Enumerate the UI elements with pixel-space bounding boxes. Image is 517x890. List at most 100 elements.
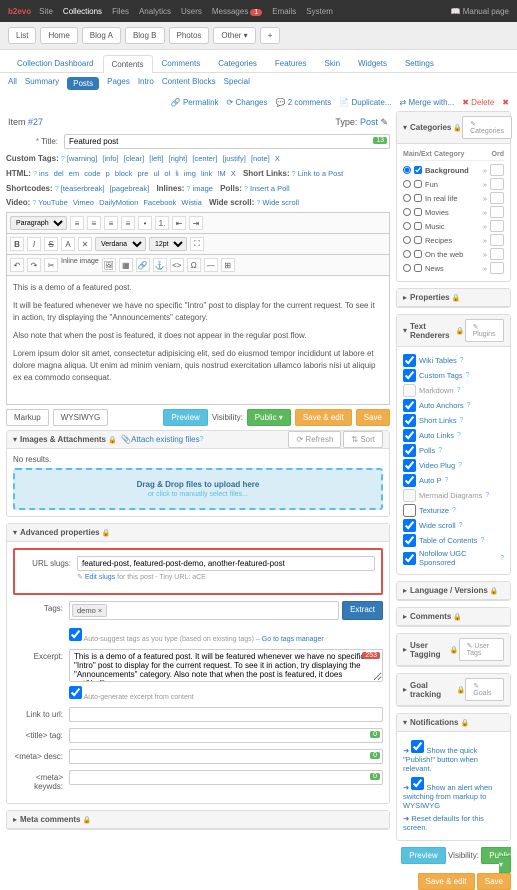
ct-right[interactable]: [right] bbox=[169, 154, 188, 163]
cat-main-radio[interactable] bbox=[403, 194, 411, 202]
tab2-posts[interactable]: Posts bbox=[67, 77, 99, 90]
excerpt-input[interactable] bbox=[69, 649, 383, 682]
subnav-other[interactable]: Other ▾ bbox=[213, 27, 255, 44]
tab-comments[interactable]: Comments bbox=[153, 54, 210, 72]
ol-icon[interactable]: 1. bbox=[155, 216, 169, 230]
tag-demo[interactable]: demo × bbox=[72, 604, 107, 617]
cat-name[interactable]: In real life bbox=[425, 194, 480, 203]
tab2-cblocks[interactable]: Content Blocks bbox=[162, 77, 216, 90]
align-right-icon[interactable]: ≡ bbox=[104, 216, 118, 230]
nav-site[interactable]: Site bbox=[39, 7, 53, 16]
help-icon[interactable]: ? bbox=[500, 555, 504, 562]
cat-name[interactable]: Background bbox=[425, 166, 480, 175]
metacomments-title[interactable]: Meta comments bbox=[20, 815, 80, 824]
metakey-input[interactable] bbox=[69, 770, 383, 785]
fs-icon[interactable]: ⛶ bbox=[190, 237, 204, 251]
preview-btn-2[interactable]: Preview bbox=[401, 847, 445, 864]
img-icon[interactable]: 🖼 bbox=[102, 258, 116, 272]
renderer-name[interactable]: Custom Tags bbox=[419, 371, 463, 380]
ct-info[interactable]: [info] bbox=[102, 154, 118, 163]
save-btn[interactable]: Save bbox=[356, 409, 390, 426]
cat-ord-input[interactable] bbox=[490, 164, 504, 176]
tab2-summary[interactable]: Summary bbox=[25, 77, 59, 90]
tab-features[interactable]: Features bbox=[266, 54, 316, 72]
nav-emails[interactable]: Emails bbox=[272, 7, 296, 16]
help-icon[interactable]: ? bbox=[460, 357, 464, 364]
subnav-add[interactable]: + bbox=[260, 27, 281, 44]
table-icon[interactable]: ▦ bbox=[119, 258, 133, 272]
nav-analytics[interactable]: Analytics bbox=[139, 7, 171, 16]
renderer-name[interactable]: Video Plug bbox=[419, 461, 455, 470]
cat-main-radio[interactable] bbox=[403, 166, 411, 174]
renderer-chk[interactable] bbox=[403, 384, 416, 397]
para-select[interactable]: Paragraph bbox=[10, 216, 67, 230]
tab2-all[interactable]: All bbox=[8, 77, 17, 90]
omega-icon[interactable]: Ω bbox=[187, 258, 201, 272]
font-select[interactable]: Verdana bbox=[95, 237, 146, 251]
code-icon[interactable]: <> bbox=[170, 258, 184, 272]
undo-icon[interactable]: ↶ bbox=[10, 258, 24, 272]
ct-note[interactable]: [note] bbox=[251, 154, 270, 163]
props-title[interactable]: Properties bbox=[410, 293, 450, 302]
tab-contents[interactable]: Contents bbox=[103, 55, 153, 73]
nav-files[interactable]: Files bbox=[112, 7, 129, 16]
cat-ord-input[interactable] bbox=[490, 178, 504, 190]
tab-skin[interactable]: Skin bbox=[315, 54, 349, 72]
lang-title[interactable]: Language / Versions bbox=[410, 586, 488, 595]
public-btn[interactable]: Public ▾ bbox=[247, 409, 291, 426]
ct-justify[interactable]: [justify] bbox=[223, 154, 246, 163]
renderer-name[interactable]: Markdown bbox=[419, 386, 454, 395]
nav-collections[interactable]: Collections bbox=[63, 7, 102, 16]
renderer-chk[interactable] bbox=[403, 504, 416, 517]
changes-link[interactable]: ⟳ Changes bbox=[227, 98, 268, 107]
delete-link[interactable]: ✖ Delete bbox=[462, 98, 494, 107]
renderer-name[interactable]: Auto P bbox=[419, 476, 442, 485]
help-icon[interactable]: ? bbox=[452, 507, 456, 514]
help-icon[interactable]: ? bbox=[458, 462, 462, 469]
tab-settings[interactable]: Settings bbox=[396, 54, 443, 72]
cats-btn[interactable]: ✎ Categories bbox=[462, 116, 512, 139]
help-icon[interactable]: ? bbox=[438, 447, 442, 454]
renderer-chk[interactable] bbox=[403, 519, 416, 532]
renderer-name[interactable]: Polls bbox=[419, 446, 435, 455]
ct-left[interactable]: [left] bbox=[149, 154, 163, 163]
extract-btn[interactable]: Extract bbox=[342, 601, 383, 620]
tab2-special[interactable]: Special bbox=[224, 77, 250, 90]
tab-dashboard[interactable]: Collection Dashboard bbox=[8, 54, 103, 72]
goals-btn[interactable]: ✎ Goals bbox=[465, 678, 504, 701]
ct-warning[interactable]: [warning] bbox=[67, 154, 97, 163]
cat-main-radio[interactable] bbox=[403, 180, 411, 188]
markup-btn[interactable]: Markup bbox=[6, 409, 49, 426]
redo-icon[interactable]: ↷ bbox=[27, 258, 41, 272]
plugins-btn[interactable]: ✎ Plugins bbox=[465, 319, 504, 342]
cat-ext-chk[interactable] bbox=[414, 222, 422, 230]
cat-main-radio[interactable] bbox=[403, 208, 411, 216]
metadesc-input[interactable] bbox=[69, 749, 383, 764]
ct-x[interactable]: X bbox=[275, 154, 280, 163]
renderer-chk[interactable] bbox=[403, 459, 416, 472]
align-center-icon[interactable]: ≡ bbox=[87, 216, 101, 230]
renderer-name[interactable]: Wide scroll bbox=[419, 521, 456, 530]
cat-main-radio[interactable] bbox=[403, 236, 411, 244]
renderer-chk[interactable] bbox=[403, 489, 416, 502]
nav-users[interactable]: Users bbox=[181, 7, 202, 16]
public-btn-2[interactable]: Public ▾ bbox=[481, 847, 511, 873]
align-just-icon[interactable]: ≡ bbox=[121, 216, 135, 230]
ct-clear[interactable]: [clear] bbox=[124, 154, 144, 163]
comm-title[interactable]: Comments bbox=[410, 612, 451, 621]
sort-btn[interactable]: ⇅ Sort bbox=[343, 431, 383, 448]
pb-icon[interactable]: ⊞ bbox=[221, 258, 235, 272]
size-select[interactable]: 12pt bbox=[149, 237, 187, 251]
edit-slugs-link[interactable]: Edit slugs bbox=[85, 574, 115, 581]
save-edit-btn-2[interactable]: Save & edit bbox=[418, 873, 475, 890]
help-icon[interactable]: ? bbox=[445, 477, 449, 484]
cat-ord-input[interactable] bbox=[490, 220, 504, 232]
help-icon[interactable]: ? bbox=[457, 432, 461, 439]
utags-btn[interactable]: ✎ User Tags bbox=[459, 638, 504, 661]
dropzone[interactable]: Drag & Drop files to upload hereor click… bbox=[13, 468, 383, 510]
merge-link[interactable]: ⇄ Merge with... bbox=[400, 98, 455, 107]
slugs-input[interactable] bbox=[77, 556, 375, 571]
cat-ord-input[interactable] bbox=[490, 192, 504, 204]
renderer-chk[interactable] bbox=[403, 552, 416, 565]
renderer-chk[interactable] bbox=[403, 399, 416, 412]
